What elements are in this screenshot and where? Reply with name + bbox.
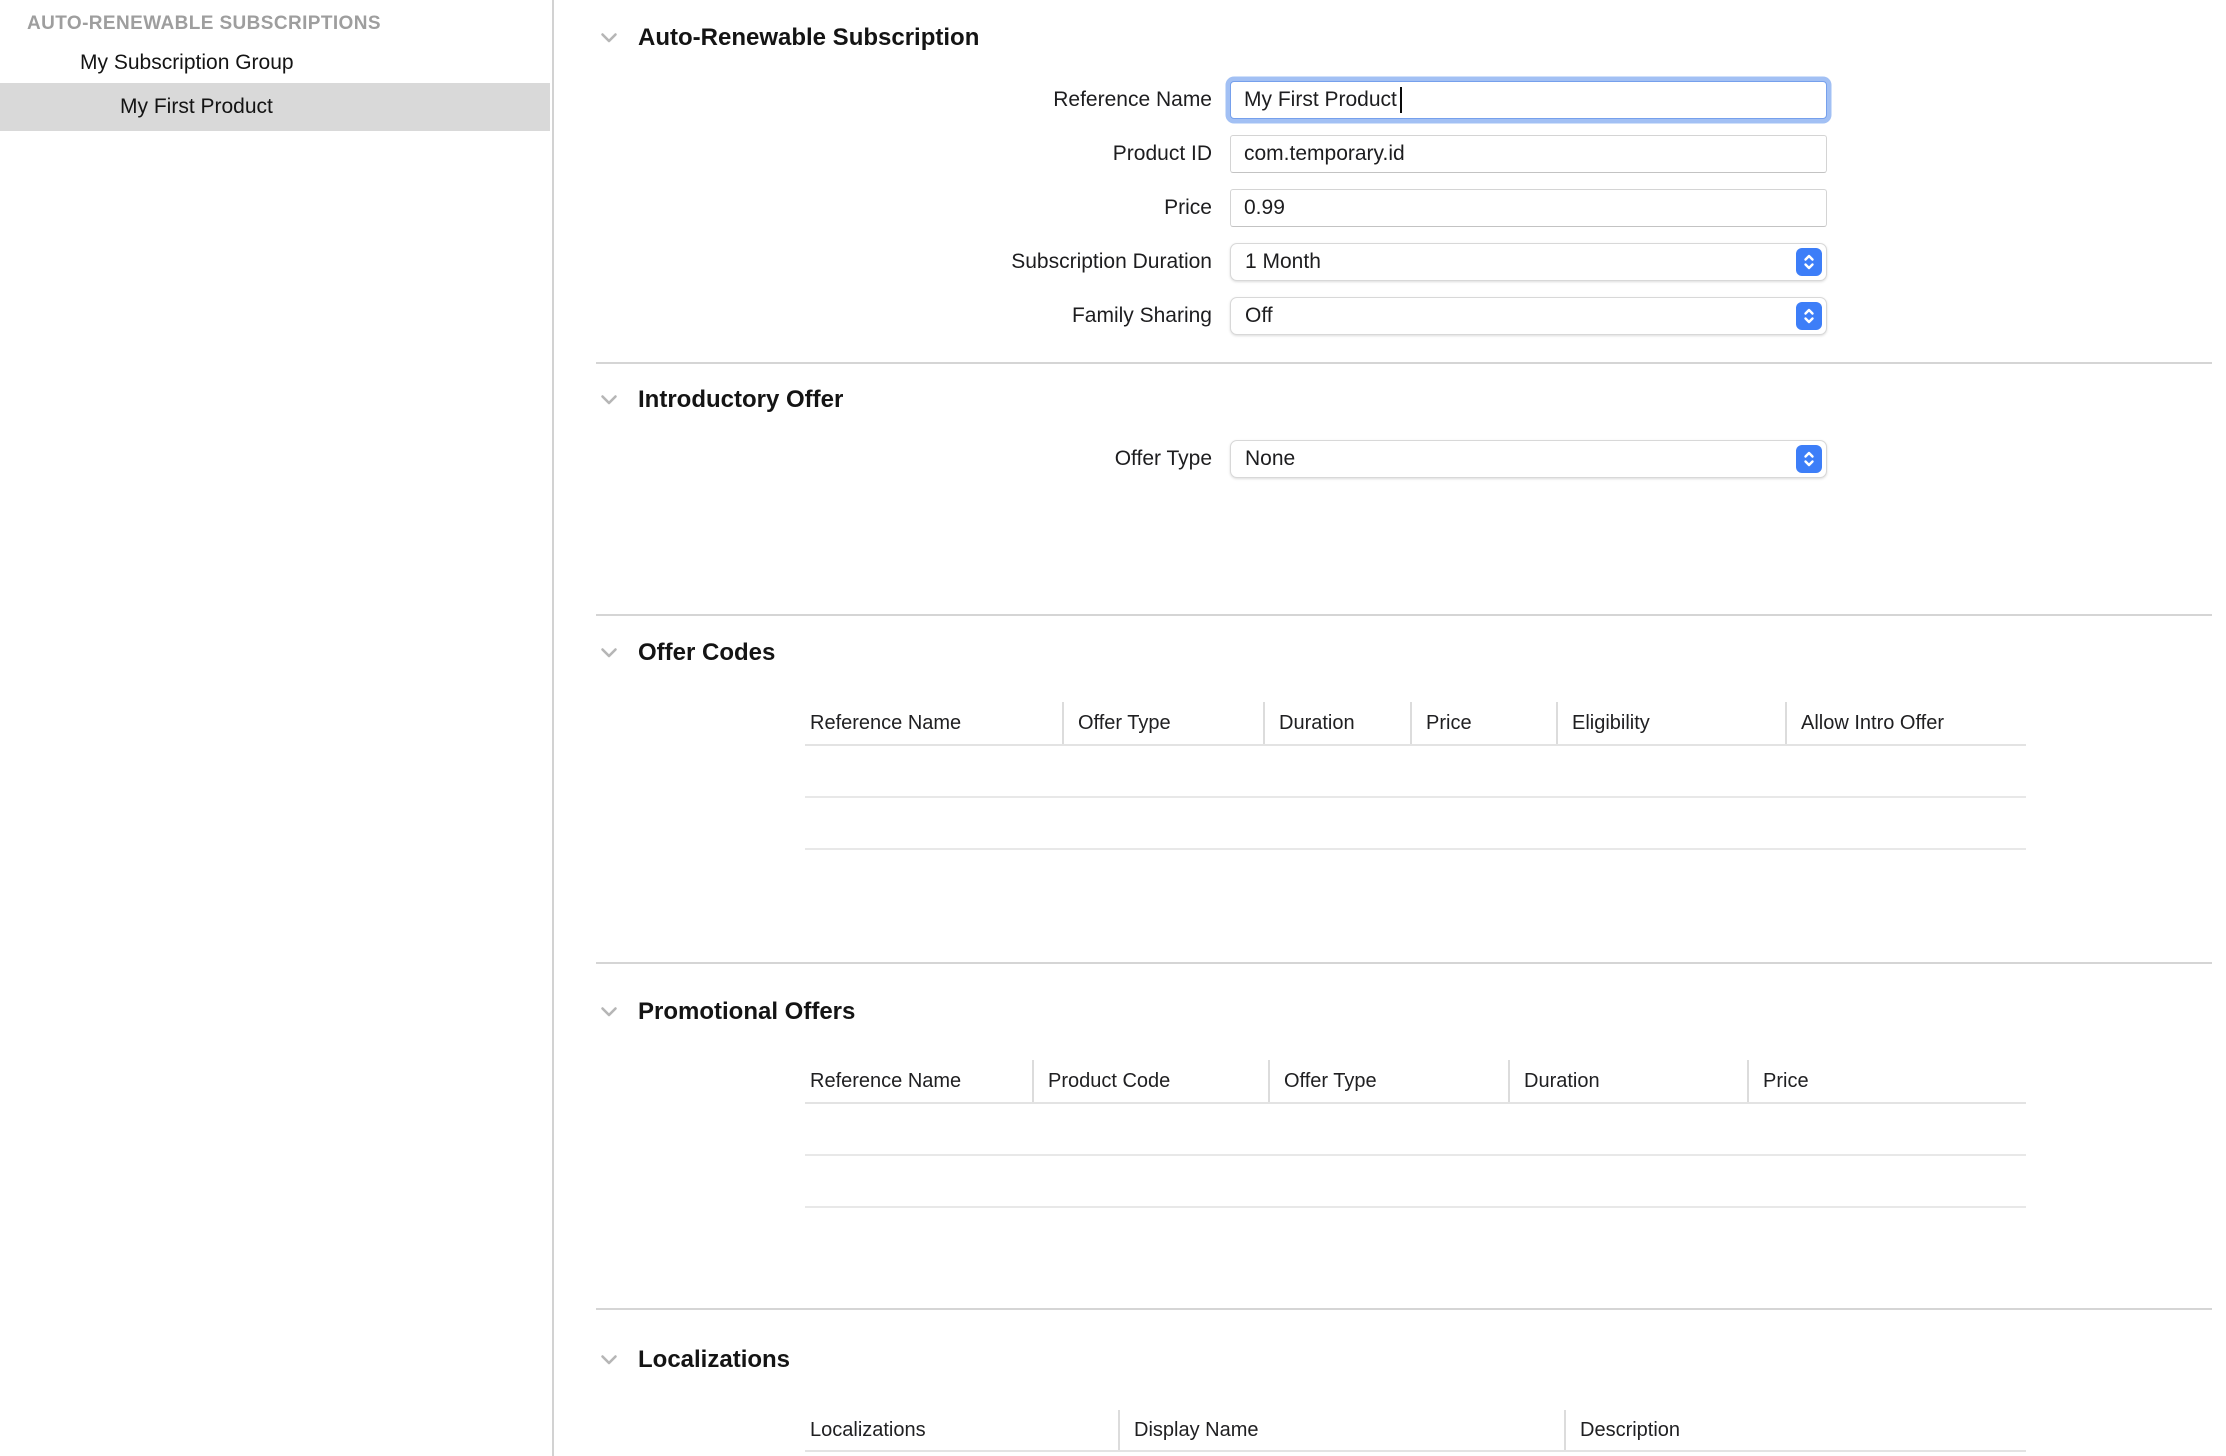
column-header: Duration [1263,702,1410,744]
table-header-row: Reference Name Offer Type Duration Price… [805,702,2026,746]
sidebar-item-label: My First Product [120,95,273,119]
product-id-control [1230,135,1827,173]
column-header: Localizations [805,1410,1118,1450]
sidebar-item-label: My Subscription Group [80,51,294,75]
section-header-introductory-offer: Introductory Offer [600,384,843,416]
column-header: Price [1747,1060,2026,1102]
popup-stepper-icon [1796,445,1822,473]
table-row [805,798,2026,850]
column-header: Description [1564,1410,2026,1450]
subscription-duration-label: Subscription Duration [554,243,1212,281]
sidebar-footer [8,1410,30,1450]
sidebar-item-subscription-group[interactable]: My Subscription Group [0,39,550,87]
disclosure-button[interactable] [600,393,620,407]
reference-name-input[interactable] [1230,81,1827,119]
table-header-row: Localizations Display Name Description [805,1410,2026,1452]
localizations-table: Localizations Display Name Description [805,1410,2026,1452]
storekit-config-editor: AUTO-RENEWABLE SUBSCRIPTIONS My Subscrip… [0,0,2226,1456]
promotional-offers-actions [804,1271,830,1307]
price-control [1230,189,1827,227]
chevron-down-icon [600,1006,618,1018]
sidebar: AUTO-RENEWABLE SUBSCRIPTIONS My Subscrip… [0,0,554,1456]
editor-content: Auto-Renewable Subscription Reference Na… [554,0,2226,1456]
product-id-input[interactable] [1230,135,1827,173]
price-row: Price [554,189,2226,227]
popup-stepper-icon [1796,248,1822,276]
section-title: Auto-Renewable Subscription [638,24,979,52]
section-header-promotional-offers: Promotional Offers [600,996,855,1028]
section-title: Localizations [638,1346,790,1374]
column-header: Reference Name [805,702,1062,744]
section-divider [596,614,2212,616]
price-input[interactable] [1230,189,1827,227]
promotional-offers-table: Reference Name Product Code Offer Type D… [805,1060,2026,1208]
column-header: Eligibility [1556,702,1785,744]
section-divider [596,1308,2212,1310]
subscription-duration-popup[interactable]: 1 Month [1230,243,1827,281]
column-header: Offer Type [1268,1060,1508,1102]
product-id-row: Product ID [554,135,2226,173]
column-header: Price [1410,702,1556,744]
section-title: Introductory Offer [638,386,843,414]
offer-type-label: Offer Type [554,440,1212,478]
table-row [805,746,2026,798]
table-header-row: Reference Name Product Code Offer Type D… [805,1060,2026,1104]
text-caret [1400,87,1402,113]
section-title: Offer Codes [638,639,775,667]
subscription-duration-row: Subscription Duration 1 Month [554,243,2226,281]
product-id-label: Product ID [554,135,1212,173]
table-row [805,1156,2026,1208]
section-header-offer-codes: Offer Codes [600,637,775,669]
popup-stepper-icon [1796,302,1822,330]
section-divider [596,362,2212,364]
chevron-down-icon [600,394,618,406]
offer-type-control: None [1230,440,1827,478]
family-sharing-label: Family Sharing [554,297,1212,335]
offer-type-row: Offer Type None [554,440,2226,478]
chevron-down-icon [600,647,618,659]
reference-name-label: Reference Name [554,81,1212,119]
sidebar-group-header: AUTO-RENEWABLE SUBSCRIPTIONS [27,13,542,35]
chevron-down-icon [600,1354,618,1366]
section-title: Promotional Offers [638,998,855,1026]
reference-name-row: Reference Name [554,81,2226,119]
column-header: Duration [1508,1060,1747,1102]
subscription-duration-control: 1 Month [1230,243,1827,281]
column-header: Allow Intro Offer [1785,702,2026,744]
column-header: Display Name [1118,1410,1564,1450]
reference-name-control [1230,81,1827,119]
family-sharing-control: Off [1230,297,1827,335]
disclosure-button[interactable] [600,646,620,660]
disclosure-button[interactable] [600,1005,620,1019]
family-sharing-popup[interactable]: Off [1230,297,1827,335]
disclosure-button[interactable] [600,1353,620,1367]
section-header-localizations: Localizations [600,1344,790,1376]
column-header: Reference Name [805,1060,1032,1102]
offer-codes-actions [804,914,830,950]
column-header: Offer Type [1062,702,1263,744]
sidebar-item-first-product[interactable]: My First Product [0,83,550,131]
chevron-down-icon [600,32,618,44]
column-header: Product Code [1032,1060,1268,1102]
offer-codes-table: Reference Name Offer Type Duration Price… [805,702,2026,850]
offer-type-popup[interactable]: None [1230,440,1827,478]
section-header-subscription: Auto-Renewable Subscription [600,22,979,54]
section-divider [596,962,2212,964]
table-row [805,1104,2026,1156]
family-sharing-row: Family Sharing Off [554,297,2226,335]
price-label: Price [554,189,1212,227]
disclosure-button[interactable] [600,31,620,45]
